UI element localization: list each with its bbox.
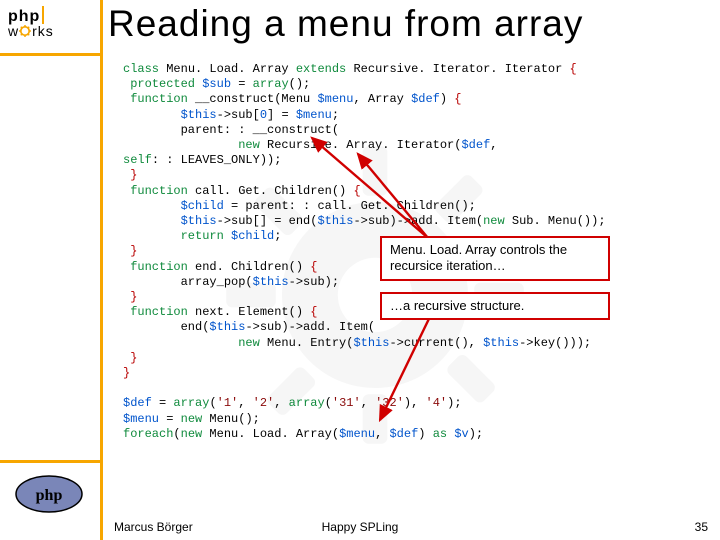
callout-box-2: …a recursive structure.: [380, 292, 610, 320]
callout-box-1: Menu. Load. Array controls the recursice…: [380, 236, 610, 281]
callout-arrows: [0, 0, 720, 540]
